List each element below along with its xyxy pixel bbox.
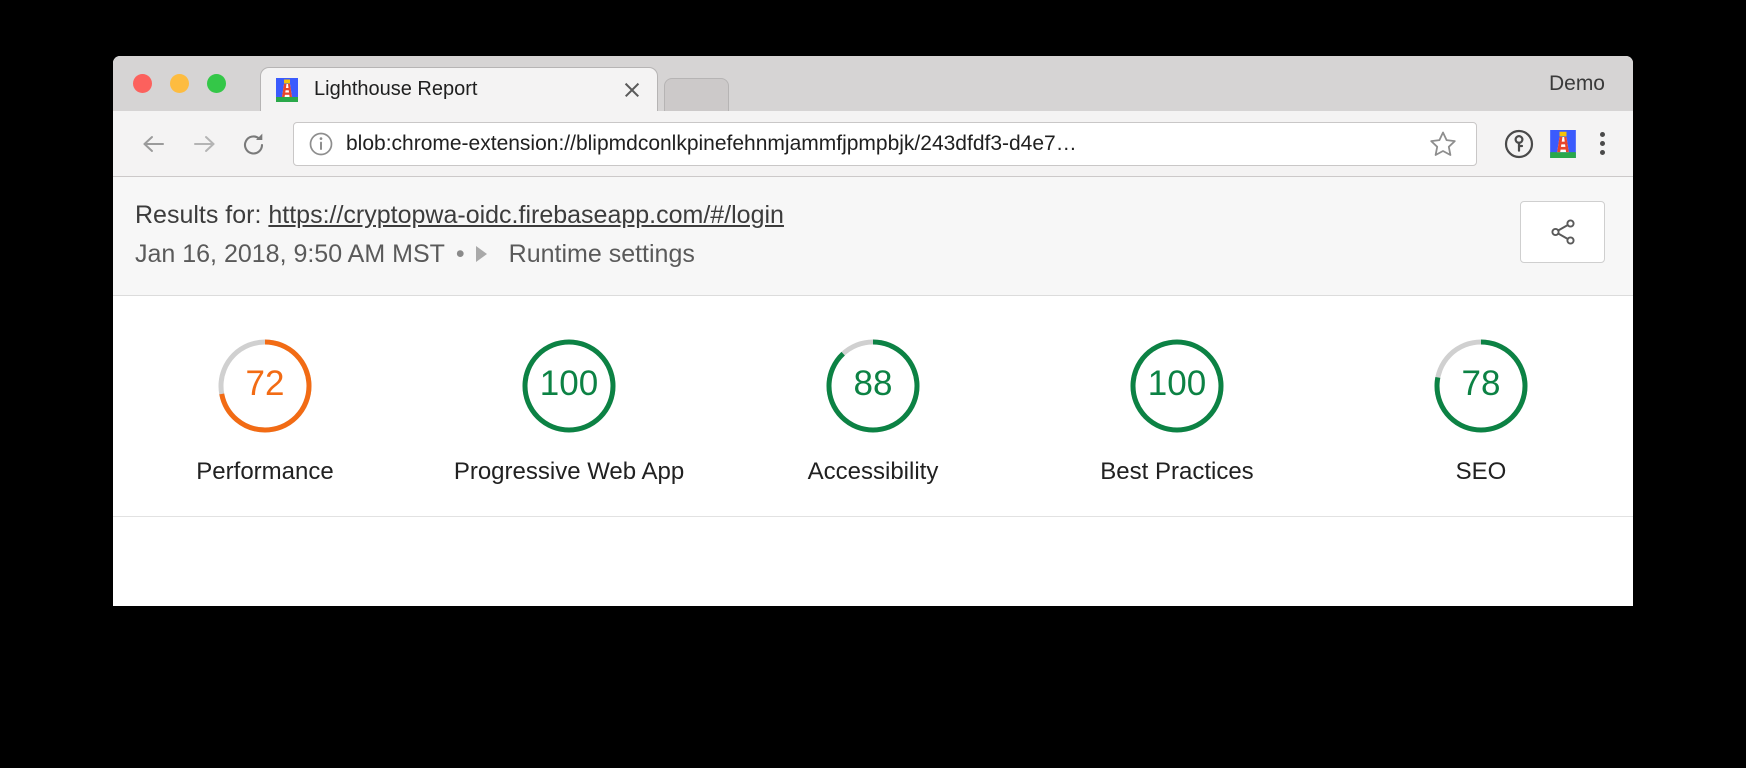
toolbar-extensions [1497,122,1619,166]
score-gauge-seo: 78 [1431,336,1531,433]
score-label: Accessibility [807,457,939,485]
score-cell-accessibility[interactable]: 88 Accessibility [721,336,1025,486]
tab-strip: Lighthouse Report Demo [113,56,1633,111]
back-button[interactable] [133,123,175,165]
score-value: 78 [1461,364,1501,404]
score-cell-performance[interactable]: 72 Performance [113,336,417,486]
meta-separator: • [455,239,465,268]
audited-url-link[interactable]: https://cryptopwa-oidc.firebaseapp.com/#… [268,201,784,229]
inactive-tab-stub[interactable] [664,78,729,111]
report-timestamp: Jan 16, 2018, 9:50 AM MST [135,239,445,268]
lighthouse-icon [276,77,298,102]
score-cell-seo[interactable]: 78 SEO [1329,336,1633,486]
score-label: Performance [196,457,334,485]
three-dot-menu-icon[interactable] [1585,122,1619,166]
runtime-settings-toggle[interactable]: Runtime settings [509,240,695,269]
results-for-label: Results for: [135,201,262,229]
minimize-window-button[interactable] [170,74,189,93]
maximize-window-button[interactable] [207,74,226,93]
1password-key-icon [1504,129,1534,158]
score-cell-best-practices[interactable]: 100 Best Practices [1025,336,1329,486]
tab-title: Lighthouse Report [314,78,478,100]
share-icon [1550,219,1575,245]
score-value: 88 [853,364,893,404]
score-gauge-best-practices: 100 [1127,336,1227,433]
score-label: SEO [1455,457,1507,485]
reload-icon [243,133,264,154]
star-icon[interactable] [1428,129,1458,159]
close-icon[interactable] [617,75,647,105]
triangle-right-icon[interactable] [475,246,487,263]
browser-tab-lighthouse-report[interactable]: Lighthouse Report [260,67,658,111]
reload-button[interactable] [233,123,275,165]
menu-dot [1599,141,1605,146]
report-body-scroll-region [113,515,1633,564]
share-button[interactable] [1520,201,1605,263]
report-header: Results for: https://cryptopwa-oidc.fire… [113,177,1633,296]
score-gauge-progressive-web-app: 100 [519,336,619,433]
lighthouse-extension-button[interactable] [1541,122,1585,166]
score-value: 100 [1147,364,1207,404]
menu-dot [1599,132,1605,137]
close-window-button[interactable] [133,74,152,93]
score-value: 72 [245,364,285,404]
score-cell-progressive-web-app[interactable]: 100 Progressive Web App [417,336,721,486]
window-controls [133,74,226,93]
password-manager-button[interactable] [1497,122,1541,166]
address-bar-url-text[interactable]: blob:chrome-extension://blipmdconlkpinef… [346,132,1418,156]
forward-button[interactable] [183,123,225,165]
score-gauge-accessibility: 88 [823,336,923,433]
info-circle-icon[interactable] [308,131,334,157]
score-gauge-performance: 72 [215,336,315,433]
report-meta-line: Jan 16, 2018, 9:50 AM MST • Runtime sett… [135,240,1633,269]
score-value: 100 [539,364,599,404]
browser-toolbar: blob:chrome-extension://blipmdconlkpinef… [113,111,1633,177]
browser-window: Lighthouse Report Demo blob:chrome-exten… [113,56,1633,606]
score-label: Progressive Web App [453,457,685,485]
menu-dot [1599,150,1605,155]
category-scores-row: 72 Performance 100 Progressive Web App 8… [113,295,1633,516]
address-bar[interactable]: blob:chrome-extension://blipmdconlkpinef… [293,121,1477,166]
profile-name-label[interactable]: Demo [1549,72,1605,96]
score-label: Best Practices [1100,457,1254,485]
lighthouse-icon [1550,129,1576,158]
results-for-line: Results for: https://cryptopwa-oidc.fire… [135,199,1633,233]
forward-arrow-icon [194,135,215,152]
back-arrow-icon [143,135,164,152]
